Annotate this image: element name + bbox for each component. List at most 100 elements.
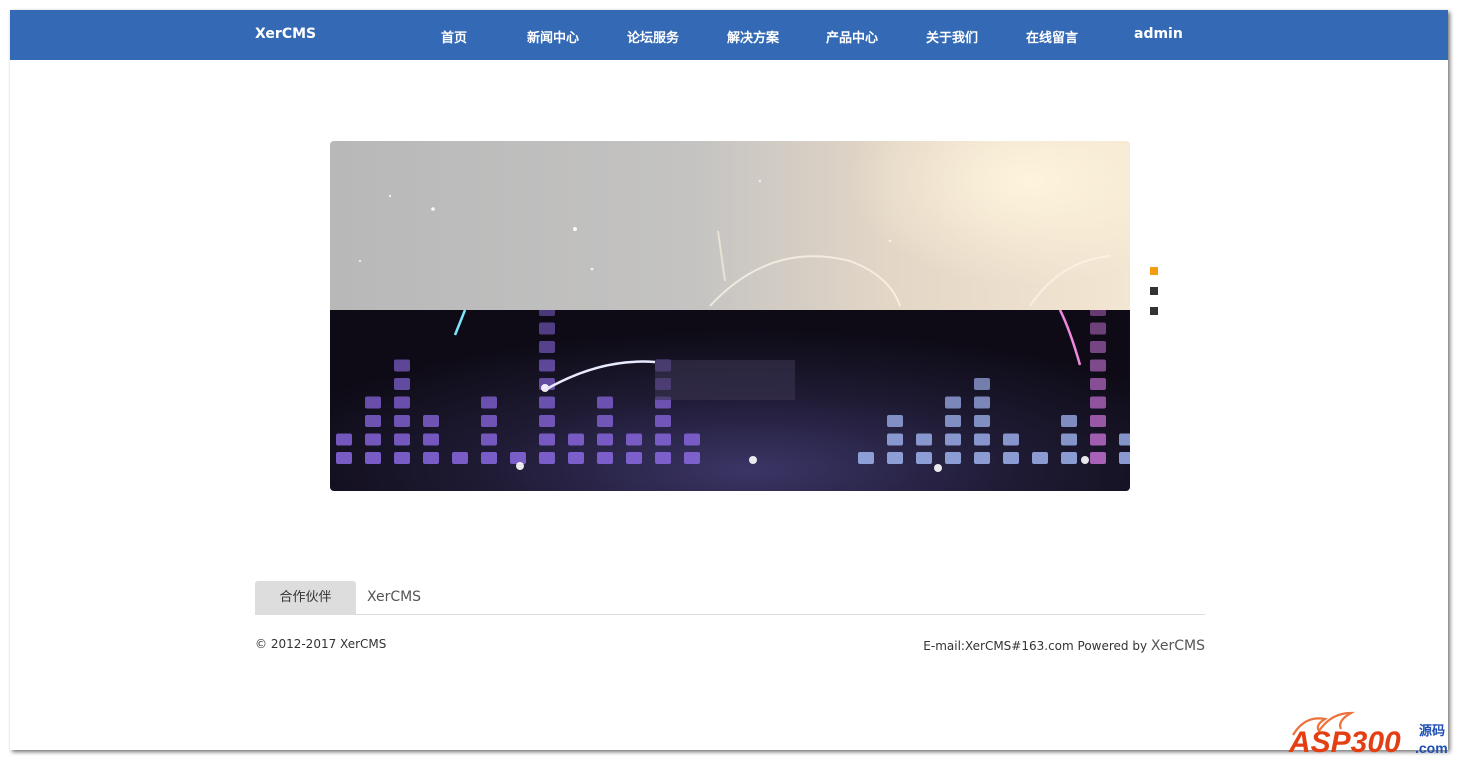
- equalizer-block: [1032, 452, 1048, 464]
- equalizer-block: [887, 433, 903, 446]
- partners-divider: [255, 614, 1205, 615]
- nav-item-guestbook[interactable]: 在线留言: [1026, 27, 1078, 46]
- equalizer-block: [1090, 396, 1106, 409]
- nav-item-about[interactable]: 关于我们: [926, 27, 978, 46]
- equalizer-block: [1090, 322, 1106, 335]
- equalizer-block: [1090, 359, 1106, 372]
- equalizer-block: [974, 378, 990, 390]
- sparkle: [1081, 456, 1089, 464]
- equalizer-block: [481, 396, 497, 409]
- page-frame: XerCMS 首页 新闻中心 论坛服务 解决方案 产品中心 关于我们 在线留言 …: [10, 10, 1448, 750]
- equalizer-block: [423, 415, 439, 427]
- equalizer-block: [1003, 452, 1019, 464]
- equalizer-block: [539, 433, 555, 446]
- equalizer-block: [626, 452, 642, 464]
- equalizer-block: [394, 396, 410, 409]
- light-streak: [453, 309, 467, 336]
- equalizer-block: [974, 433, 990, 446]
- equalizer-block: [626, 433, 642, 446]
- equalizer-block: [887, 415, 903, 427]
- equalizer-block: [365, 396, 381, 409]
- equalizer-block: [1090, 415, 1106, 427]
- equalizer-block: [365, 415, 381, 427]
- equalizer-block: [916, 433, 932, 446]
- equalizer-block: [597, 452, 613, 464]
- equalizer-block: [1119, 452, 1130, 464]
- footer-powered-by: Powered by: [1077, 639, 1148, 653]
- equalizer-block: [1061, 452, 1077, 464]
- equalizer-block: [452, 452, 468, 464]
- sparkle: [749, 456, 757, 464]
- equalizer-block: [945, 452, 961, 464]
- equalizer-block: [539, 359, 555, 372]
- equalizer-block: [336, 433, 352, 446]
- nav-item-admin[interactable]: admin: [1134, 26, 1183, 42]
- banner-image-equalizer: [330, 304, 1130, 491]
- nav-item-news[interactable]: 新闻中心: [527, 27, 579, 46]
- sky-sparkles: [358, 179, 1111, 307]
- footer-powered-link[interactable]: XerCMS: [1151, 638, 1205, 654]
- top-navbar: XerCMS 首页 新闻中心 论坛服务 解决方案 产品中心 关于我们 在线留言 …: [10, 10, 1448, 60]
- equalizer-block: [916, 452, 932, 464]
- equalizer-block: [539, 452, 555, 464]
- partners-tab[interactable]: 合作伙伴: [255, 581, 356, 615]
- equalizer-block: [945, 415, 961, 427]
- equalizer-block: [1119, 433, 1130, 446]
- equalizer-block: [684, 433, 700, 446]
- watermark-suffix: 源码: [1419, 723, 1445, 739]
- equalizer-block: [568, 433, 584, 446]
- equalizer-block: [481, 415, 497, 427]
- equalizer-block: [945, 396, 961, 409]
- banner-slider[interactable]: [330, 141, 1130, 491]
- equalizer-block: [597, 396, 613, 409]
- equalizer-block: [974, 396, 990, 409]
- equalizer-block: [394, 433, 410, 446]
- equalizer-block: [365, 452, 381, 464]
- equalizer-block: [1061, 433, 1077, 446]
- slider-dot-3[interactable]: [1150, 307, 1158, 315]
- equalizer-graphic: [336, 304, 1130, 472]
- equalizer-block: [365, 433, 381, 446]
- light-streak: [1058, 309, 1082, 366]
- caption-placeholder: [655, 360, 795, 400]
- equalizer-block: [481, 452, 497, 464]
- equalizer-block: [597, 415, 613, 427]
- nav-item-solutions[interactable]: 解决方案: [727, 27, 779, 46]
- equalizer-block: [1061, 415, 1077, 427]
- equalizer-block: [394, 378, 410, 390]
- equalizer-block: [336, 452, 352, 464]
- equalizer-block: [858, 452, 874, 464]
- footer-contact: E-mail:XerCMS#163.com Powered by XerCMS: [923, 638, 1205, 654]
- equalizer-block: [945, 433, 961, 446]
- equalizer-block: [539, 304, 555, 316]
- equalizer-block: [1090, 378, 1106, 390]
- equalizer-block: [539, 396, 555, 409]
- partner-link-xercms[interactable]: XerCMS: [367, 589, 421, 605]
- nav-item-products[interactable]: 产品中心: [826, 27, 878, 46]
- equalizer-block: [423, 452, 439, 464]
- slider-dot-2[interactable]: [1150, 287, 1158, 295]
- equalizer-block: [423, 433, 439, 446]
- equalizer-block: [1090, 433, 1106, 446]
- light-streak: [544, 360, 656, 392]
- equalizer-block: [568, 452, 584, 464]
- equalizer-block: [510, 452, 526, 464]
- nav-item-home[interactable]: 首页: [441, 27, 467, 46]
- slider-dot-1[interactable]: [1150, 267, 1158, 275]
- equalizer-block: [655, 433, 671, 446]
- equalizer-block: [1090, 452, 1106, 464]
- equalizer-block: [974, 452, 990, 464]
- slider-pagination: [1150, 267, 1158, 327]
- equalizer-block: [597, 433, 613, 446]
- sparkle: [934, 464, 942, 472]
- equalizer-block: [539, 322, 555, 335]
- footer-email: E-mail:XerCMS#163.com: [923, 639, 1074, 653]
- sparkle: [516, 462, 524, 470]
- equalizer-block: [394, 359, 410, 372]
- equalizer-block: [684, 452, 700, 464]
- equalizer-block: [1090, 304, 1106, 316]
- nav-item-forum[interactable]: 论坛服务: [627, 27, 679, 46]
- equalizer-block: [539, 341, 555, 353]
- equalizer-block: [394, 415, 410, 427]
- brand-logo-link[interactable]: XerCMS: [255, 26, 316, 42]
